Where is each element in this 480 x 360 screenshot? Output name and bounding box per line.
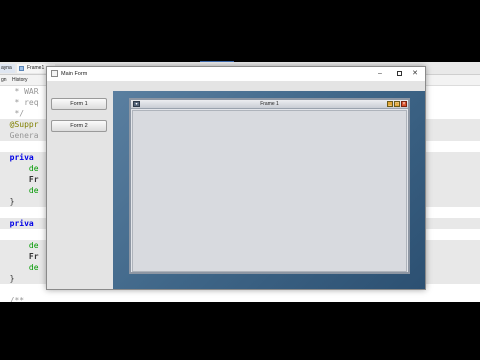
frame-minimize-button[interactable]: _ [387, 101, 393, 107]
code-line-text: * WAR [0, 87, 39, 96]
window-title: Main Form [61, 71, 88, 77]
ide-tab-label: Frame1 [27, 65, 45, 71]
code-line-text: * req [0, 98, 39, 107]
form2-button[interactable]: Form 2 [51, 120, 107, 132]
code-line-text: priva [0, 153, 34, 162]
code-line: /** [0, 295, 480, 302]
source-tab[interactable]: gn [1, 75, 7, 85]
internal-frame-1[interactable]: ▾ Frame 1 _ □ × [129, 98, 410, 274]
java-file-icon [19, 66, 24, 71]
code-line-text: priva [0, 219, 34, 228]
window-titlebar[interactable]: Main Form – ✕ [47, 67, 425, 81]
code-line-text: de [0, 241, 39, 250]
code-line-text: de [0, 164, 39, 173]
internal-frame-titlebar[interactable]: ▾ Frame 1 _ □ × [131, 100, 408, 109]
code-line-text: Fr [0, 252, 39, 261]
internal-frame-content [132, 110, 407, 272]
code-line-text: */ [0, 109, 25, 118]
code-line-text: de [0, 263, 39, 272]
main-form-window: Main Form – ✕ Form 1 Form 2 ▾ Frame 1 _ … [46, 66, 426, 290]
ide-tab[interactable]: ayna [0, 64, 15, 73]
app-icon [51, 70, 58, 77]
code-line-text: de [0, 186, 39, 195]
close-button[interactable]: ✕ [404, 67, 426, 81]
frame-close-button[interactable]: × [401, 101, 407, 107]
code-line-text: Genera [0, 131, 39, 140]
frame-maximize-button[interactable]: □ [394, 101, 400, 107]
form1-button[interactable]: Form 1 [51, 98, 107, 110]
window-body: Form 1 Form 2 ▾ Frame 1 _ □ × [47, 81, 425, 289]
code-line-text: @Suppr [0, 120, 39, 129]
maximize-icon [396, 70, 402, 76]
code-line-text: } [0, 274, 15, 283]
code-line-text: /** [0, 296, 25, 302]
desktop-pane: ▾ Frame 1 _ □ × [113, 91, 425, 289]
code-line-text: } [0, 197, 15, 206]
left-button-panel: Form 1 Form 2 [47, 81, 113, 289]
code-line-text: Fr [0, 175, 39, 184]
internal-frame-title: Frame 1 [260, 101, 279, 107]
history-tab[interactable]: History [12, 75, 28, 85]
